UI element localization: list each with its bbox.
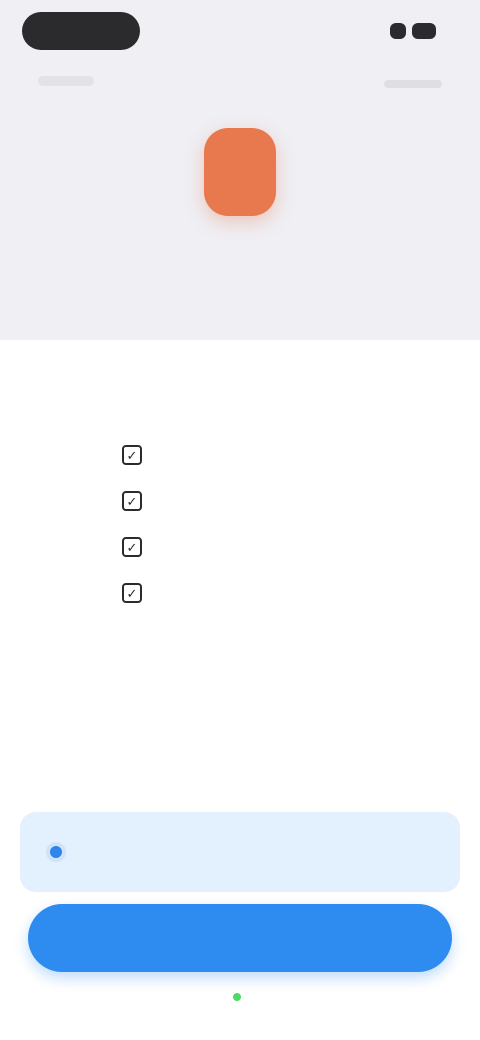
- footer-note: [0, 988, 480, 1003]
- checkbox-icon: ✓: [122, 583, 142, 603]
- app-icon: [204, 128, 276, 216]
- status-dot-icon: [233, 992, 241, 1001]
- feature-item: ✓: [122, 432, 372, 478]
- restore-caption: [384, 80, 442, 88]
- restore-label-mark: [412, 23, 436, 39]
- continue-button[interactable]: [28, 904, 452, 972]
- checkbox-icon: ✓: [122, 537, 142, 557]
- radio-selected-icon[interactable]: [46, 842, 66, 862]
- feature-item: ✓: [122, 570, 372, 616]
- feature-item: ✓: [122, 524, 372, 570]
- checkbox-icon: ✓: [122, 445, 142, 465]
- back-button-caption: [38, 76, 94, 86]
- feature-item: ✓: [122, 478, 372, 524]
- restore-icon: [390, 23, 406, 39]
- checkbox-icon: ✓: [122, 491, 142, 511]
- restore-button[interactable]: [384, 20, 442, 42]
- back-button[interactable]: [22, 12, 140, 50]
- feature-list: ✓ ✓ ✓ ✓: [122, 432, 372, 616]
- plan-option[interactable]: [20, 812, 460, 892]
